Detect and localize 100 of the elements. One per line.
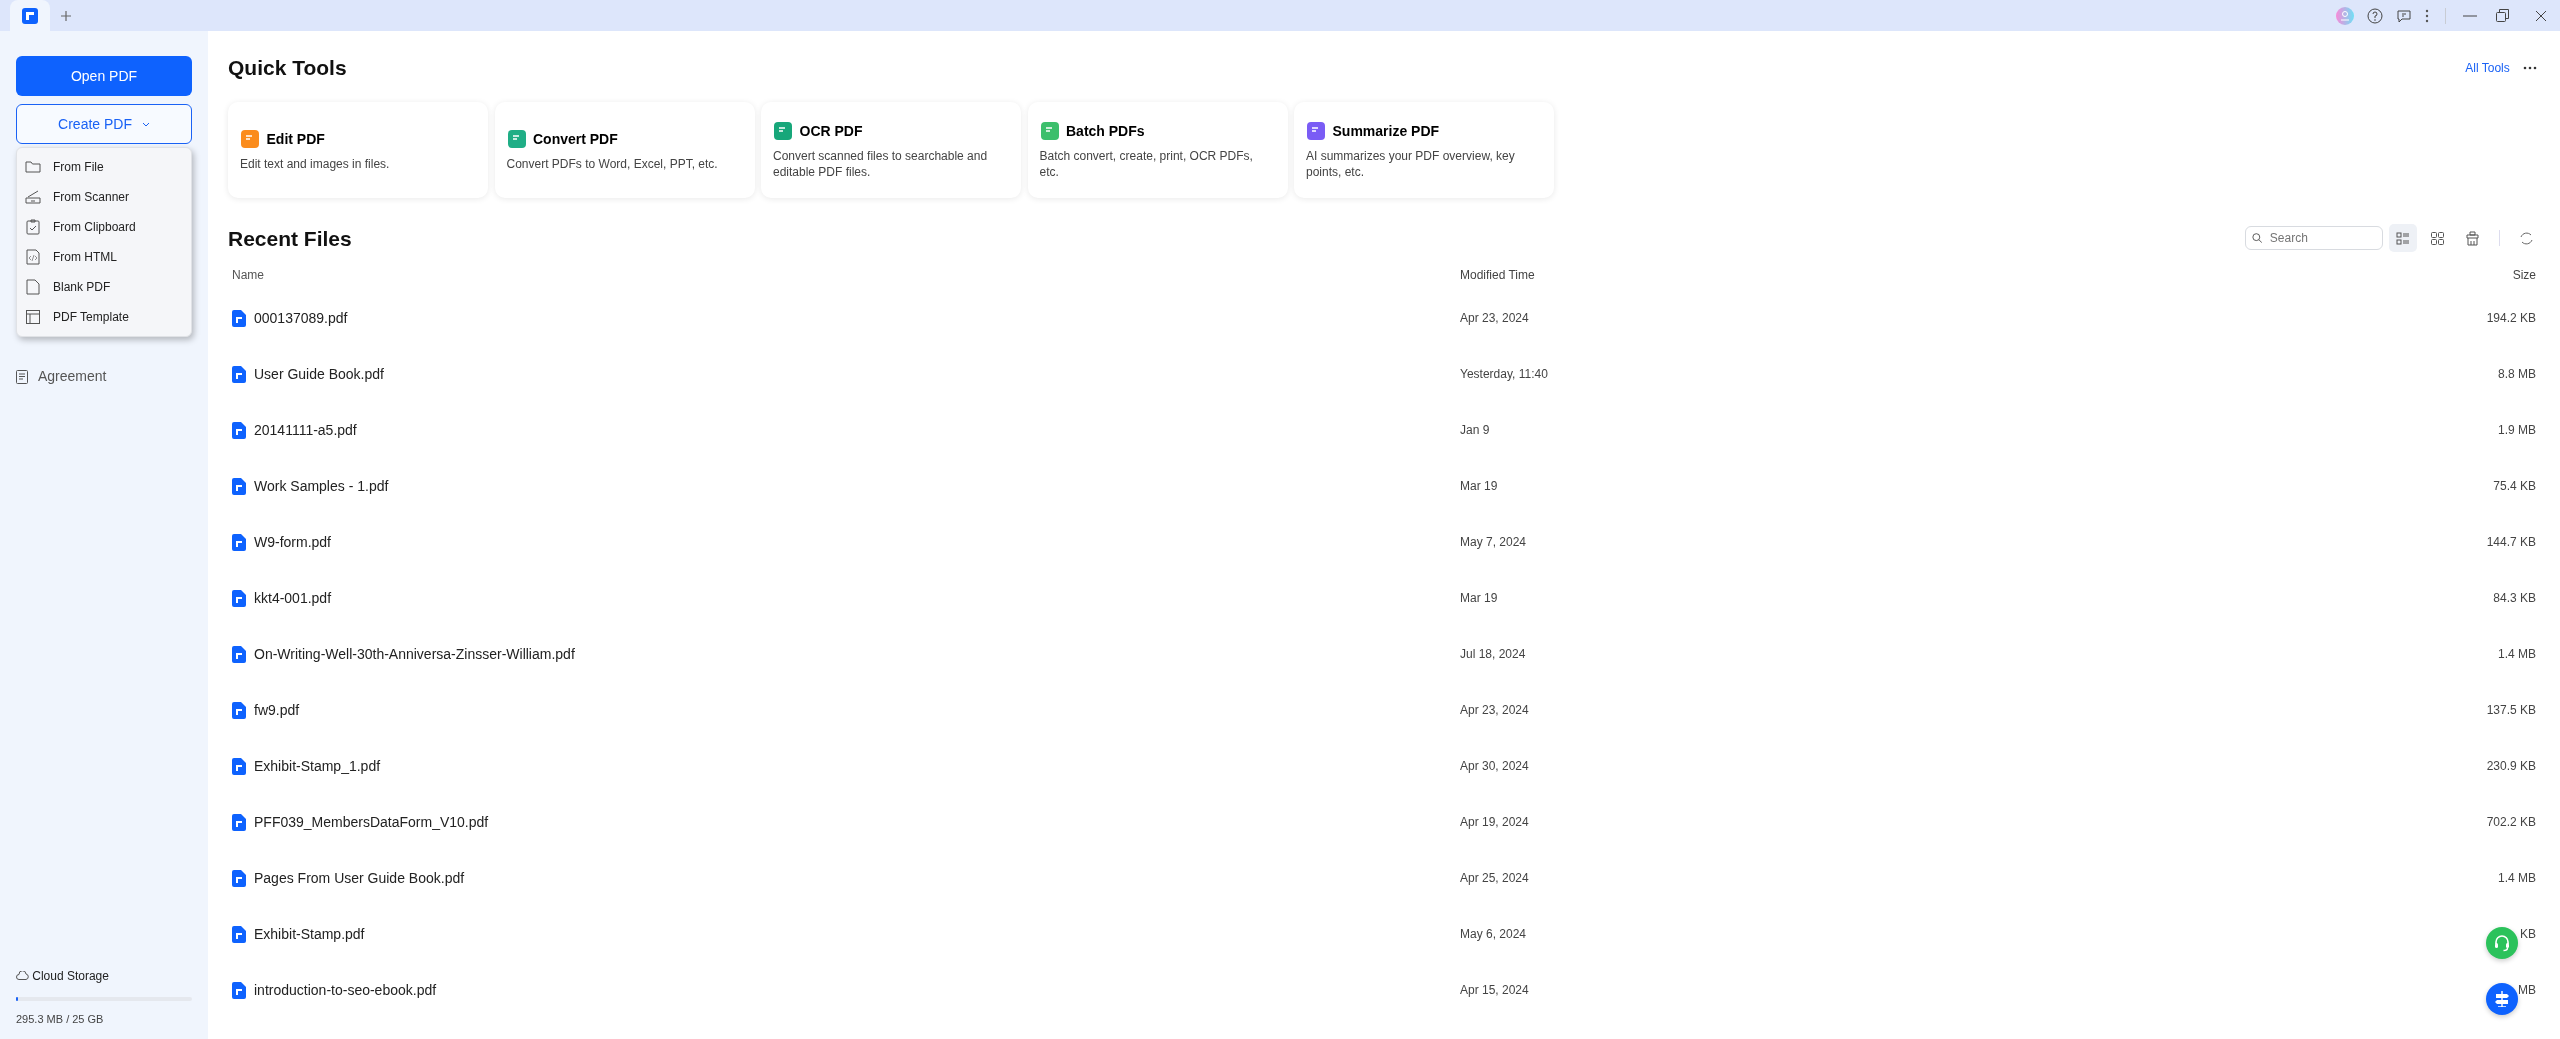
pdf-file-icon xyxy=(232,757,246,775)
file-size: 137.5 KB xyxy=(2486,702,2536,720)
broom-icon xyxy=(2464,230,2480,246)
signpost-icon xyxy=(2494,991,2510,1007)
file-name[interactable]: On-Writing-Well-30th-Anniversa-Zinsser-William.pdf xyxy=(254,643,575,665)
pdf-file-icon xyxy=(232,813,246,831)
menu-item[interactable]: From Clipboard xyxy=(17,212,191,242)
file-size: 702.2 KB xyxy=(2486,814,2536,832)
more-icon[interactable] xyxy=(2522,65,2537,70)
modified-time: Apr 15, 2024 xyxy=(1460,983,1529,998)
file-name[interactable]: Exhibit-Stamp_1.pdf xyxy=(254,755,381,777)
modified-time: Apr 23, 2024 xyxy=(1460,311,1529,326)
tool-card[interactable]: Summarize PDF AI summarizes your PDF overview, key points, etc. xyxy=(1294,102,1554,199)
modified-time: Apr 25, 2024 xyxy=(1460,871,1529,886)
file-size: 84.3 KB xyxy=(2493,590,2536,608)
file-size: 8.8 MB xyxy=(2498,366,2536,384)
list-icon xyxy=(2395,230,2411,246)
menu-item[interactable]: From Scanner xyxy=(17,182,191,212)
file-name[interactable]: Pages From User Guide Book.pdf xyxy=(254,867,465,889)
pdf-file-icon xyxy=(232,869,246,887)
storage-usage: 295.3 MB / 25 GB xyxy=(16,1011,105,1027)
pdf-file-icon xyxy=(232,477,246,495)
modified-time: Jan 9 xyxy=(1460,423,1490,438)
caret-icon xyxy=(141,122,150,128)
pdf-file-icon xyxy=(232,365,246,383)
document-icon xyxy=(16,369,28,384)
modified-time: May 6, 2024 xyxy=(1460,927,1527,942)
open-pdf-button[interactable]: Open PDF xyxy=(16,56,192,96)
cloud-icon xyxy=(16,971,29,980)
file-name[interactable]: User Guide Book.pdf xyxy=(254,363,384,385)
file-name[interactable]: 20141111-a5.pdf xyxy=(254,419,357,441)
tool-name: OCR PDF xyxy=(799,121,863,141)
file-size: 194.2 KB xyxy=(2486,310,2536,328)
tool-name: Convert PDF xyxy=(533,129,618,149)
close-icon[interactable] xyxy=(2535,9,2547,22)
modified-time: Mar 19 xyxy=(1460,591,1498,606)
scanner-icon xyxy=(25,189,41,205)
menu-item[interactable]: PDF Template xyxy=(17,302,191,332)
tool-description: Batch convert, create, print, OCR PDFs, etc. xyxy=(1039,147,1254,180)
modified-time: Mar 19 xyxy=(1460,479,1498,494)
pdf-file-icon xyxy=(232,925,246,943)
pdf-file-icon xyxy=(232,981,246,999)
plus-icon xyxy=(60,9,72,22)
more-icon[interactable] xyxy=(2424,8,2429,23)
tool-card[interactable]: OCR PDF Convert scanned files to searchable and editable PDF files. xyxy=(761,102,1021,199)
guide-button[interactable] xyxy=(2486,983,2518,1015)
cloud-storage-label: Cloud Storage xyxy=(32,967,109,985)
feedback-icon[interactable] xyxy=(2395,7,2412,24)
pdf-file-icon xyxy=(232,421,246,439)
column-header: Modified Time xyxy=(1460,268,1535,283)
sidebar-item[interactable]: Agreement xyxy=(16,366,107,387)
create-pdf-button[interactable]: Create PDF xyxy=(16,104,192,144)
modified-time: May 7, 2024 xyxy=(1460,535,1527,550)
file-size: 230.9 KB xyxy=(2486,758,2536,776)
tool-description: Convert scanned files to searchable and editable PDF files. xyxy=(773,147,989,180)
list-view-button[interactable] xyxy=(2389,224,2417,253)
pdf-file-icon xyxy=(232,645,246,663)
app-tab[interactable] xyxy=(10,0,50,31)
file-name[interactable]: kkt4-001.pdf xyxy=(254,587,332,609)
search-icon xyxy=(2251,232,2262,245)
modified-time: Apr 23, 2024 xyxy=(1460,703,1529,718)
section-title: Quick Tools xyxy=(228,55,347,81)
file-name[interactable]: PFF039_MembersDataForm_V10.pdf xyxy=(254,811,489,833)
file-name[interactable]: fw9.pdf xyxy=(254,699,300,721)
file-name[interactable]: 000137089.pdf xyxy=(254,307,348,329)
tool-name: Summarize PDF xyxy=(1332,121,1440,141)
file-name[interactable]: Work Samples - 1.pdf xyxy=(254,475,389,497)
modified-time: Apr 30, 2024 xyxy=(1460,759,1529,774)
minimize-icon[interactable] xyxy=(2462,14,2477,17)
tool-card[interactable]: Convert PDF Convert PDFs to Word, Excel, PPT, etc. xyxy=(494,102,755,199)
support-button[interactable] xyxy=(2486,927,2518,959)
tool-description: Convert PDFs to Word, Excel, PPT, etc. xyxy=(506,155,719,172)
folder-icon xyxy=(25,159,41,175)
refresh-icon xyxy=(2518,230,2534,246)
menu-item[interactable]: From File xyxy=(17,152,191,182)
pdf-file-icon xyxy=(232,589,246,607)
grid-icon xyxy=(2430,230,2445,246)
tool-name: Edit PDF xyxy=(266,129,325,149)
tool-card[interactable]: Batch PDFs Batch convert, create, print, OCR PDFs, etc. xyxy=(1027,102,1288,199)
template-icon xyxy=(25,309,41,325)
app-logo-icon xyxy=(22,7,38,24)
restore-icon[interactable] xyxy=(2496,9,2509,22)
menu-item[interactable]: Blank PDF xyxy=(17,272,191,302)
search-input[interactable]: Search xyxy=(2267,228,2376,249)
search-field[interactable]: Search xyxy=(2244,226,2383,251)
html-icon xyxy=(25,249,41,265)
help-icon[interactable] xyxy=(2366,7,2383,24)
tool-card[interactable]: Edit PDF Edit text and images in files. xyxy=(228,102,488,199)
modified-time: Yesterday, 11:40 xyxy=(1460,367,1548,382)
pdf-file-icon xyxy=(232,309,246,327)
file-size: KB xyxy=(2520,926,2536,944)
menu-item[interactable]: From HTML xyxy=(17,242,191,272)
headset-icon xyxy=(2493,934,2511,952)
file-size: 1.4 MB xyxy=(2498,870,2536,888)
tool-name: Batch PDFs xyxy=(1066,121,1145,141)
file-name[interactable]: Exhibit-Stamp.pdf xyxy=(254,923,365,945)
all-tools-link[interactable]: All Tools xyxy=(2465,58,2510,77)
file-name[interactable]: introduction-to-seo-ebook.pdf xyxy=(254,979,437,1001)
column-header: Name xyxy=(232,267,264,285)
file-name[interactable]: W9-form.pdf xyxy=(254,531,331,553)
